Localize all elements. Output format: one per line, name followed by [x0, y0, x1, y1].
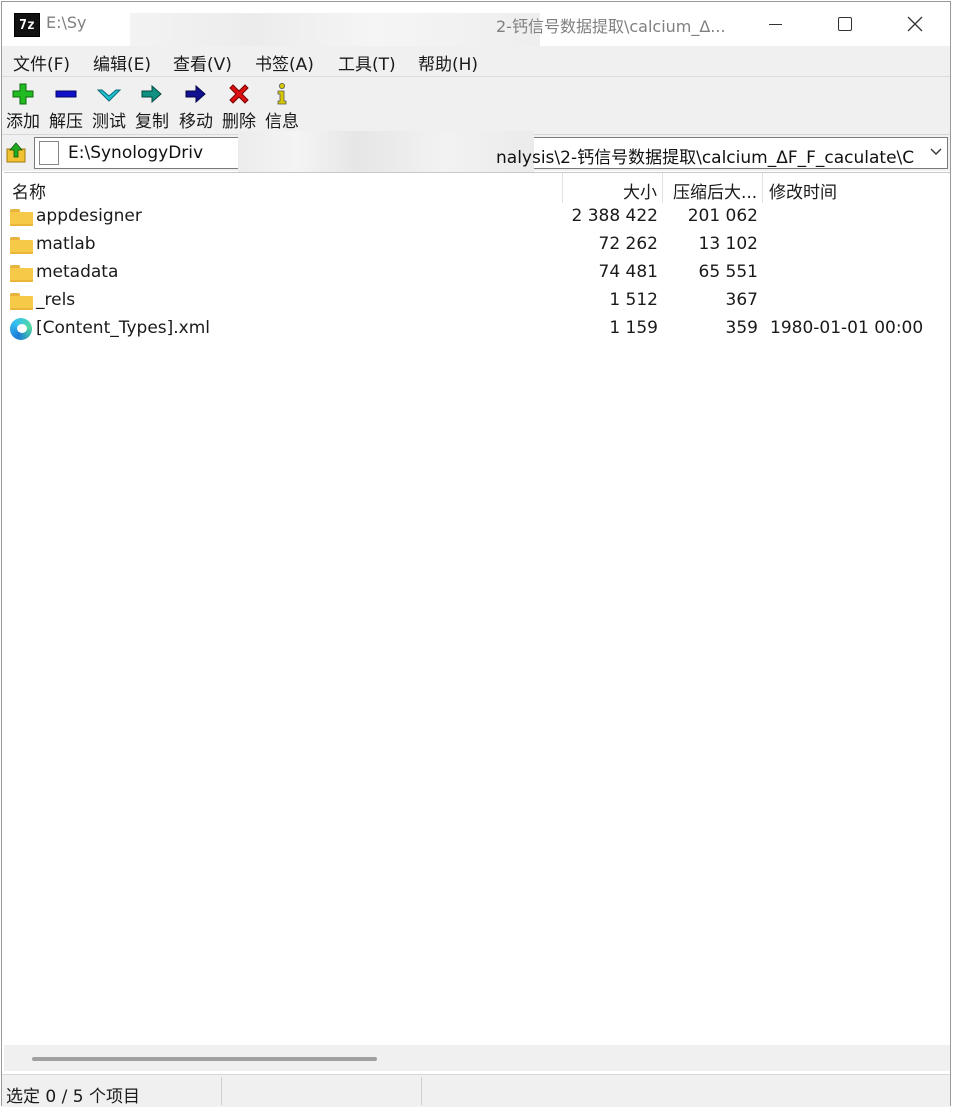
file-size: 2 388 422 [571, 206, 658, 226]
file-packed-size: 359 [725, 318, 758, 338]
file-list[interactable]: 名称 大小 压缩后大... 修改时间 appdesigner 2 388 422… [4, 172, 950, 1045]
menu-bar: 文件(F) 编辑(E) 查看(V) 书签(A) 工具(T) 帮助(H) [2, 46, 950, 77]
info-label: 信息 [265, 112, 299, 132]
7zip-app-icon[interactable]: 7z [14, 13, 40, 37]
archive-window: 7z E:\Sy 2-钙信号数据提取\calcium_Δ... 文件(F) 编辑… [1, 1, 951, 1107]
path-end: nalysis\2-钙信号数据提取\calcium_ΔF_F_caculate\… [496, 148, 915, 168]
archive-file-icon [39, 141, 59, 165]
file-name: [Content_Types].xml [36, 318, 211, 338]
file-size: 1 159 [609, 318, 658, 338]
horizontal-scrollbar-thumb[interactable] [32, 1057, 377, 1061]
info-icon [277, 83, 287, 105]
column-header-modified[interactable]: 修改时间 [763, 173, 950, 203]
copy-arrow-icon [141, 84, 162, 104]
minimize-button[interactable] [740, 2, 810, 46]
menu-view[interactable]: 查看(V) [173, 50, 232, 75]
file-packed-size: 367 [725, 290, 758, 310]
column-header-name[interactable]: 名称 [4, 173, 563, 203]
folder-icon [10, 265, 33, 282]
move-arrow-icon [185, 84, 206, 104]
chevron-down-icon[interactable] [929, 144, 943, 158]
file-name: _rels [36, 290, 76, 310]
file-packed-size: 201 062 [687, 206, 758, 226]
file-packed-size: 65 551 [698, 262, 758, 282]
path-text: E:\SynologyDriv nalysis\2-钙信号数据提取\calciu… [68, 131, 914, 175]
check-icon [96, 89, 122, 102]
file-row[interactable]: matlab 72 262 13 102 [4, 231, 950, 259]
file-name: matlab [36, 234, 96, 254]
toolbar: 添加 解压 测试 复制 移动 删除 信息 [2, 77, 950, 135]
file-size: 74 481 [598, 262, 658, 282]
plus-icon [12, 83, 34, 105]
test-button[interactable]: 测试 [88, 81, 130, 133]
folder-up-icon [6, 142, 26, 163]
file-name: appdesigner [36, 206, 142, 226]
file-row[interactable]: appdesigner 2 388 422 201 062 [4, 203, 950, 231]
menu-edit[interactable]: 编辑(E) [93, 50, 151, 75]
move-label: 移动 [179, 112, 213, 132]
window-title-start: E:\Sy [46, 13, 87, 32]
status-divider [221, 1077, 222, 1105]
folder-icon [10, 237, 33, 254]
menu-help[interactable]: 帮助(H) [418, 50, 478, 75]
menu-bookmarks[interactable]: 书签(A) [255, 50, 314, 75]
copy-label: 复制 [135, 112, 169, 132]
file-size: 72 262 [598, 234, 658, 254]
window-title: E:\Sy 2-钙信号数据提取\calcium_Δ... [46, 13, 726, 53]
menu-tools[interactable]: 工具(T) [338, 50, 396, 75]
redacted-path-region [238, 131, 534, 175]
copy-button[interactable]: 复制 [131, 81, 173, 133]
path-combobox[interactable]: E:\SynologyDriv nalysis\2-钙信号数据提取\calciu… [34, 131, 948, 175]
delete-icon [229, 84, 249, 104]
file-name: metadata [36, 262, 119, 282]
file-packed-size: 13 102 [698, 234, 758, 254]
delete-label: 删除 [222, 112, 256, 132]
maximize-button[interactable] [810, 2, 880, 46]
folder-icon [10, 209, 33, 226]
add-label: 添加 [6, 112, 40, 132]
path-start: E:\SynologyDriv [68, 143, 204, 163]
column-header-packed-size[interactable]: 压缩后大... [663, 173, 763, 203]
file-size: 1 512 [609, 290, 658, 310]
window-title-end: 2-钙信号数据提取\calcium_Δ... [496, 17, 726, 36]
status-bar: 选定 0 / 5 个项目 [2, 1074, 950, 1107]
file-modified: 1980-01-01 00:00 [770, 318, 924, 338]
add-button[interactable]: 添加 [2, 81, 44, 133]
extract-label: 解压 [49, 112, 83, 132]
file-row[interactable]: metadata 74 481 65 551 [4, 259, 950, 287]
column-header-size[interactable]: 大小 [563, 173, 663, 203]
edge-browser-icon [10, 318, 32, 340]
move-button[interactable]: 移动 [175, 81, 217, 133]
status-divider [421, 1077, 422, 1105]
close-button[interactable] [880, 2, 950, 46]
delete-button[interactable]: 删除 [218, 81, 260, 133]
selection-status: 选定 0 / 5 个项目 [6, 1087, 140, 1107]
up-folder-button[interactable] [4, 139, 30, 167]
file-row[interactable]: _rels 1 512 367 [4, 287, 950, 315]
folder-icon [10, 293, 33, 310]
test-label: 测试 [92, 112, 126, 132]
menu-file[interactable]: 文件(F) [13, 50, 70, 75]
horizontal-scrollbar[interactable] [4, 1045, 950, 1071]
file-row[interactable]: [Content_Types].xml 1 159 359 1980-01-01… [4, 315, 950, 343]
info-button[interactable]: 信息 [261, 81, 303, 133]
minus-icon [55, 90, 77, 98]
close-icon [907, 16, 923, 32]
address-bar: E:\SynologyDriv nalysis\2-钙信号数据提取\calciu… [2, 131, 950, 175]
extract-button[interactable]: 解压 [45, 81, 87, 133]
title-bar[interactable]: 7z E:\Sy 2-钙信号数据提取\calcium_Δ... [2, 2, 950, 53]
